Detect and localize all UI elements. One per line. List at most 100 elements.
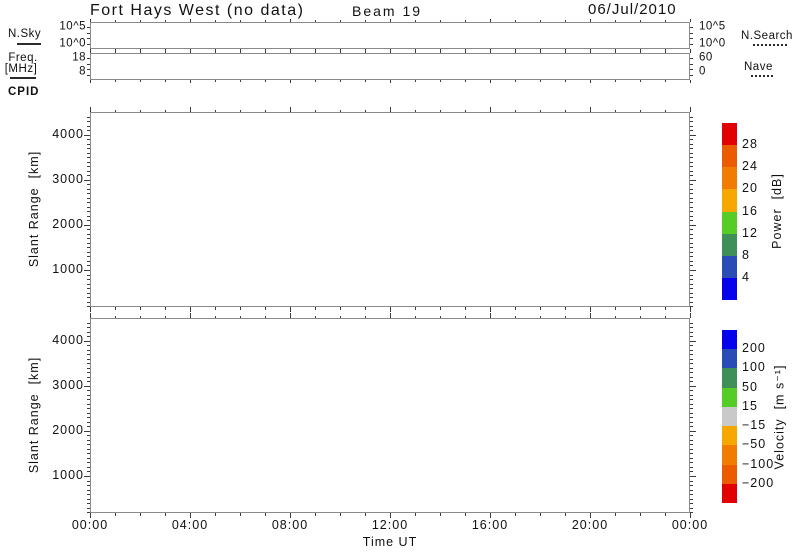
- colorbar-tick-label: 24: [742, 159, 758, 174]
- tick-mark: [690, 107, 691, 112]
- colorbar-segment: [722, 426, 737, 446]
- freq-linestyle-sample: [10, 77, 36, 79]
- tick-mark: [240, 80, 241, 82]
- tick-mark: [87, 306, 90, 308]
- tick-mark: [415, 80, 416, 82]
- tick-mark: [690, 116, 693, 118]
- tick-mark: [265, 109, 266, 112]
- tick-mark: [440, 315, 441, 318]
- velocity-panel-ylabel: Slant Range [km]: [27, 356, 41, 474]
- tick-mark: [87, 175, 90, 177]
- tick-mark: [565, 20, 566, 22]
- tick-mark: [315, 307, 316, 310]
- tick-mark: [315, 109, 316, 112]
- tick-mark: [515, 51, 516, 53]
- tick-mark: [390, 19, 391, 22]
- tick-mark: [115, 51, 116, 53]
- x-tick-label: 04:00: [171, 518, 209, 532]
- tick-mark: [690, 161, 693, 163]
- tick-mark: [365, 307, 366, 310]
- tick-mark: [690, 475, 696, 477]
- tick-mark: [690, 197, 693, 199]
- tick-mark: [515, 109, 516, 112]
- tick-mark: [540, 80, 541, 82]
- freq-legend-label-line2: [MHz]: [4, 63, 38, 75]
- tick-mark: [165, 513, 166, 516]
- tick-mark: [590, 19, 591, 22]
- tick-mark: [365, 315, 366, 318]
- tick-mark: [84, 134, 90, 136]
- tick-mark: [87, 297, 90, 299]
- tick-mark: [690, 313, 691, 318]
- tick-mark: [90, 107, 91, 112]
- tick-mark: [84, 269, 90, 271]
- tick-mark: [690, 148, 693, 150]
- tick-mark: [690, 485, 693, 486]
- tick-mark: [87, 238, 90, 240]
- tick-mark: [87, 242, 90, 244]
- y-tick-label: 2000: [52, 216, 84, 231]
- panel-tick-label: 0: [699, 65, 706, 78]
- tick-mark: [690, 363, 693, 365]
- tick-mark: [265, 513, 266, 516]
- tick-mark: [115, 513, 116, 516]
- tick-mark: [690, 322, 693, 324]
- tick-mark: [690, 439, 693, 441]
- tick-mark: [265, 51, 266, 53]
- tick-mark: [615, 513, 616, 516]
- tick-mark: [590, 50, 591, 53]
- tick-mark: [315, 315, 316, 318]
- tick-mark: [87, 229, 90, 231]
- tick-mark: [84, 340, 90, 342]
- power-colorbar-title: Power [dB]: [770, 173, 784, 249]
- tick-mark: [690, 385, 696, 387]
- tick-mark: [365, 20, 366, 22]
- colorbar-segment: [722, 189, 737, 212]
- tick-mark: [165, 307, 166, 310]
- tick-mark: [690, 260, 693, 262]
- colorbar-tick-label: 100: [742, 360, 766, 375]
- tick-mark: [365, 513, 366, 516]
- tick-mark: [87, 376, 90, 378]
- tick-mark: [690, 306, 693, 308]
- tick-mark: [87, 399, 90, 401]
- tick-mark: [190, 307, 191, 312]
- tick-mark: [690, 471, 693, 473]
- tick-mark: [87, 426, 90, 428]
- tick-mark: [215, 513, 216, 516]
- tick-mark: [615, 307, 616, 310]
- tick-mark: [84, 475, 90, 477]
- tick-mark: [87, 260, 90, 262]
- tick-mark: [690, 412, 693, 414]
- tick-mark: [87, 448, 90, 450]
- tick-mark: [690, 175, 693, 177]
- tick-mark: [690, 292, 693, 294]
- tick-mark: [690, 251, 693, 253]
- tick-mark: [540, 315, 541, 318]
- tick-mark: [690, 242, 693, 244]
- x-tick-label: 00:00: [71, 518, 109, 532]
- tick-mark: [87, 220, 90, 222]
- tick-mark: [690, 462, 693, 464]
- tick-mark: [690, 269, 696, 271]
- tick-mark: [87, 390, 90, 392]
- tick-mark: [87, 152, 90, 154]
- tick-mark: [540, 109, 541, 112]
- tick-mark: [87, 457, 90, 459]
- tick-mark: [690, 376, 693, 378]
- colorbar-segment: [722, 330, 737, 350]
- tick-mark: [440, 109, 441, 112]
- tick-mark: [515, 315, 516, 318]
- colorbar-tick-label: 28: [742, 137, 758, 152]
- tick-mark: [215, 109, 216, 112]
- tick-mark: [690, 211, 693, 213]
- tick-mark: [290, 307, 291, 312]
- tick-mark: [690, 206, 693, 208]
- tick-mark: [640, 513, 641, 516]
- y-tick-label: 4000: [52, 126, 84, 141]
- panel-nsky: [90, 22, 690, 49]
- tick-mark: [90, 313, 91, 318]
- tick-mark: [87, 125, 90, 127]
- tick-mark: [690, 69, 693, 71]
- panel-tick-label: 18: [72, 51, 86, 64]
